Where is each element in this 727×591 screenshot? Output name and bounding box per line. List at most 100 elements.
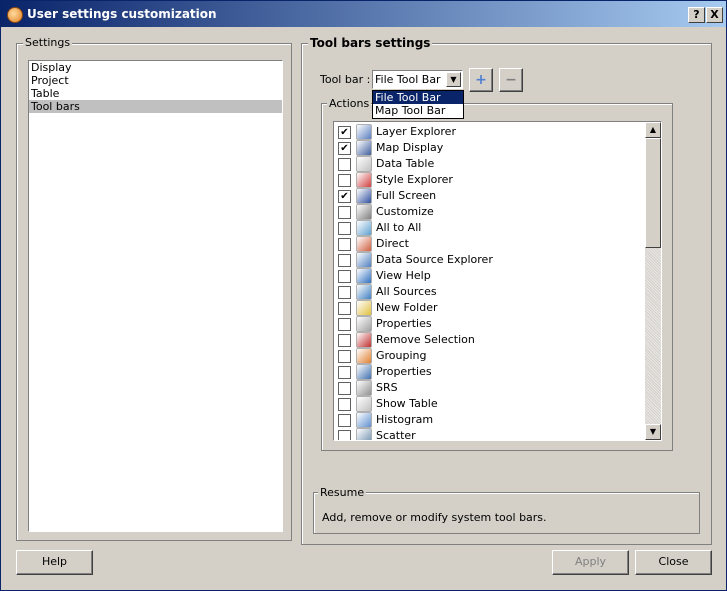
action-row[interactable]: View Help: [334, 268, 644, 284]
actions-scrollbar[interactable]: ▲ ▼: [645, 122, 661, 440]
toolbar-label: Tool bar :: [320, 73, 371, 86]
action-row[interactable]: Show Table: [334, 396, 644, 412]
action-checkbox[interactable]: [338, 270, 351, 283]
action-row[interactable]: All to All: [334, 220, 644, 236]
action-checkbox[interactable]: [338, 414, 351, 427]
action-checkbox[interactable]: [338, 350, 351, 363]
close-title-button[interactable]: X: [706, 7, 723, 23]
chevron-down-icon[interactable]: ▼: [446, 72, 461, 87]
action-label: All to All: [376, 221, 422, 234]
action-label: Data Source Explorer: [376, 253, 493, 266]
action-row[interactable]: Data Table: [334, 156, 644, 172]
action-row[interactable]: All Sources: [334, 284, 644, 300]
action-checkbox[interactable]: [338, 382, 351, 395]
action-checkbox[interactable]: ✔: [338, 126, 351, 139]
action-label: Layer Explorer: [376, 125, 456, 138]
layer-explorer-icon: [356, 124, 372, 140]
action-row[interactable]: New Folder: [334, 300, 644, 316]
action-checkbox[interactable]: [338, 238, 351, 251]
action-label: Show Table: [376, 397, 438, 410]
toolbars-header: Tool bars settings: [308, 36, 433, 50]
scatter-icon: [356, 428, 372, 440]
close-button[interactable]: Close: [635, 550, 712, 575]
dropdown-option-map[interactable]: Map Tool Bar: [373, 104, 463, 117]
scroll-down-icon[interactable]: ▼: [645, 424, 661, 440]
action-checkbox[interactable]: [338, 318, 351, 331]
action-row[interactable]: Data Source Explorer: [334, 252, 644, 268]
histogram-icon: [356, 412, 372, 428]
actions-legend: Actions: [327, 97, 372, 110]
action-checkbox[interactable]: [338, 286, 351, 299]
action-checkbox[interactable]: [338, 206, 351, 219]
settings-item[interactable]: Table: [29, 87, 282, 100]
properties-icon: [356, 316, 372, 332]
new-folder-icon: [356, 300, 372, 316]
map-display-icon: [356, 140, 372, 156]
window-title: User settings customization: [27, 7, 217, 21]
action-checkbox[interactable]: [338, 254, 351, 267]
action-row[interactable]: Grouping: [334, 348, 644, 364]
action-checkbox[interactable]: [338, 398, 351, 411]
remove-toolbar-button[interactable]: −: [499, 68, 523, 92]
data-source-explorer-icon: [356, 252, 372, 268]
action-checkbox[interactable]: [338, 158, 351, 171]
action-label: Grouping: [376, 349, 427, 362]
action-checkbox[interactable]: [338, 334, 351, 347]
full-screen-icon: [356, 188, 372, 204]
direct-icon: [356, 236, 372, 252]
action-label: Map Display: [376, 141, 444, 154]
settings-list[interactable]: Display Project Table Tool bars: [28, 60, 283, 532]
action-checkbox[interactable]: [338, 430, 351, 440]
action-label: Customize: [376, 205, 434, 218]
action-row[interactable]: SRS: [334, 380, 644, 396]
all-to-all-icon: [356, 220, 372, 236]
action-label: Properties: [376, 317, 432, 330]
scroll-thumb[interactable]: [645, 138, 661, 248]
action-row[interactable]: ✔ Layer Explorer: [334, 124, 644, 140]
properties-layer-icon: [356, 364, 372, 380]
action-checkbox[interactable]: [338, 222, 351, 235]
scroll-up-icon[interactable]: ▲: [645, 122, 661, 138]
app-icon: [7, 7, 23, 23]
action-checkbox[interactable]: [338, 302, 351, 315]
show-table-icon: [356, 396, 372, 412]
settings-item[interactable]: Display: [29, 61, 282, 74]
action-row[interactable]: Customize: [334, 204, 644, 220]
help-title-button[interactable]: ?: [688, 7, 705, 23]
action-label: Style Explorer: [376, 173, 453, 186]
action-checkbox[interactable]: ✔: [338, 190, 351, 203]
action-label: Histogram: [376, 413, 434, 426]
action-row[interactable]: Properties: [334, 364, 644, 380]
action-row[interactable]: Direct: [334, 236, 644, 252]
dropdown-option-file[interactable]: File Tool Bar: [373, 91, 463, 104]
add-toolbar-button[interactable]: +: [469, 68, 493, 92]
action-row[interactable]: Remove Selection: [334, 332, 644, 348]
action-row[interactable]: ✔ Map Display: [334, 140, 644, 156]
action-checkbox[interactable]: ✔: [338, 142, 351, 155]
action-row[interactable]: ✔ Full Screen: [334, 188, 644, 204]
action-label: Full Screen: [376, 189, 437, 202]
action-checkbox[interactable]: [338, 174, 351, 187]
srs-icon: [356, 380, 372, 396]
action-label: New Folder: [376, 301, 438, 314]
toolbar-select-value: File Tool Bar: [375, 73, 441, 86]
action-row[interactable]: Style Explorer: [334, 172, 644, 188]
action-label: Remove Selection: [376, 333, 475, 346]
help-button[interactable]: Help: [16, 550, 93, 575]
action-row[interactable]: Histogram: [334, 412, 644, 428]
actions-list[interactable]: ✔ Layer Explorer ✔ Map Display Data Table Sty…: [333, 121, 662, 441]
resume-legend: Resume: [318, 486, 367, 499]
action-label: Scatter: [376, 429, 416, 441]
style-explorer-icon: [356, 172, 372, 188]
apply-button[interactable]: Apply: [552, 550, 629, 575]
toolbar-dropdown-popup: File Tool Bar Map Tool Bar: [372, 90, 464, 119]
action-row[interactable]: Properties: [334, 316, 644, 332]
resume-text: Add, remove or modify system tool bars.: [322, 511, 547, 524]
settings-item[interactable]: Project: [29, 74, 282, 87]
action-row[interactable]: Scatter: [334, 428, 644, 441]
toolbar-select[interactable]: File Tool Bar ▼: [372, 70, 463, 89]
view-help-icon: [356, 268, 372, 284]
action-checkbox[interactable]: [338, 366, 351, 379]
settings-item[interactable]: Tool bars: [29, 100, 282, 113]
settings-window: User settings customization ? X Settings…: [0, 0, 727, 591]
